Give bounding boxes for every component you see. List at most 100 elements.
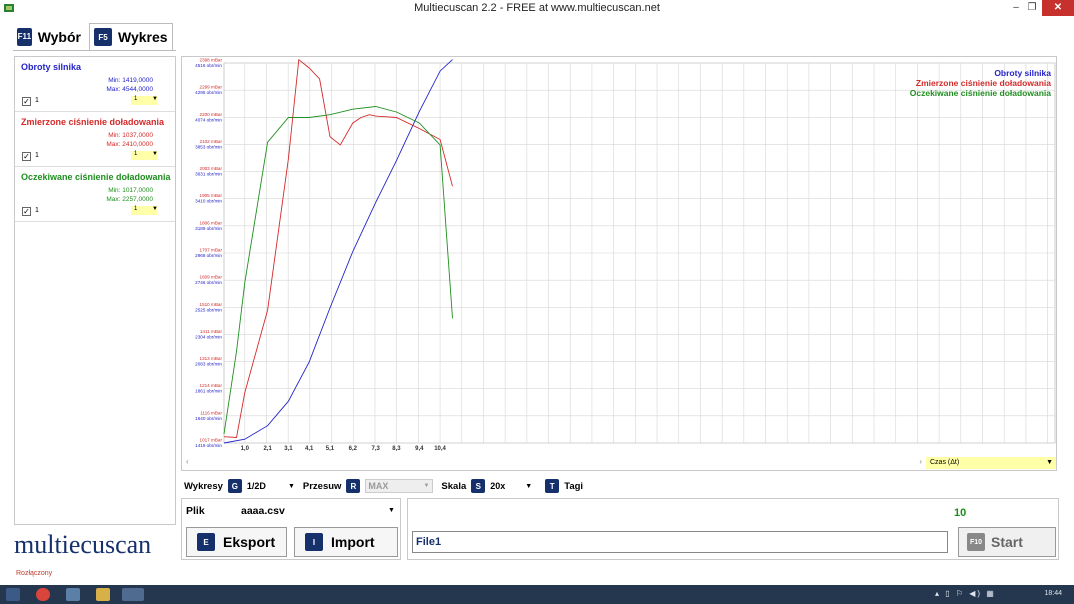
- maximize-button[interactable]: ❐: [1024, 0, 1040, 16]
- y-tick-label-rpm: 2746 obr/min: [195, 280, 222, 285]
- folder-icon[interactable]: [96, 588, 110, 601]
- legend-entry: Obroty silnika: [994, 68, 1051, 78]
- x-tick-label: 9,4: [415, 446, 424, 452]
- y-tick-label-mbar: 2398 mBar: [200, 58, 223, 63]
- tab-wybor[interactable]: F11 Wybór: [13, 23, 85, 50]
- skala-label: Skala: [441, 480, 467, 492]
- chrome-icon[interactable]: [36, 588, 50, 601]
- chevron-down-icon[interactable]: ▼: [152, 96, 158, 102]
- chart-panel: 1017 mBar 1419 obr/min 1116 mBar 1640 obr/m…: [181, 56, 1057, 471]
- signal-checkbox[interactable]: ✓: [22, 207, 31, 216]
- signal-max: Max: 2257,0000: [106, 196, 153, 203]
- y-tick-label-mbar: 1116 mBar: [200, 410, 222, 415]
- chart-legend: Obroty silnika Zmierzone ciśnienie doład…: [910, 68, 1051, 98]
- y-tick-label-rpm: 3189 obr/min: [195, 226, 222, 231]
- minimize-button[interactable]: –: [1008, 0, 1024, 16]
- legend-entry: Oczekiwane ciśnienie doładowania: [909, 88, 1051, 98]
- tab-wykres[interactable]: F5 Wykres: [89, 23, 173, 50]
- app-logo: multiecuscan: [14, 530, 152, 559]
- y-tick-label-mbar: 1806 mBar: [200, 220, 223, 225]
- przesuw-select-value: MAX: [368, 481, 389, 491]
- signal-max: Max: 4544,0000: [106, 86, 153, 93]
- signal-name: Obroty silnika: [21, 62, 82, 72]
- tab-label: Wykres: [118, 29, 168, 45]
- file-label: Plik: [186, 505, 205, 517]
- signal-list-panel: Obroty silnika Min: 1419,0000 Max: 4544,…: [14, 56, 176, 525]
- signal-checkbox[interactable]: ✓: [22, 152, 31, 161]
- y-tick-label-mbar: 2003 mBar: [200, 166, 223, 171]
- connection-status: Rozłączony: [16, 570, 53, 577]
- skala-key-badge: S: [471, 479, 486, 493]
- skala-select[interactable]: 20x: [490, 481, 505, 491]
- y-tick-label-mbar: 1707 mBar: [200, 248, 223, 253]
- signal-min: Min: 1037,0000: [108, 132, 153, 139]
- scroll-right-icon[interactable]: ›: [919, 457, 922, 466]
- wykresy-key-badge: G: [227, 479, 242, 493]
- start-button[interactable]: F10 Start: [958, 527, 1056, 557]
- close-button[interactable]: ✕: [1042, 0, 1074, 16]
- settings-icon[interactable]: [66, 588, 80, 601]
- taskbar-clock: 18:44: [1044, 590, 1062, 597]
- signal-item-obroty[interactable]: Obroty silnika Min: 1419,0000 Max: 4544,…: [15, 57, 175, 112]
- x-tick-label: 7,3: [371, 446, 380, 452]
- y-tick-label-mbar: 1609 mBar: [200, 275, 223, 280]
- chevron-down-icon[interactable]: ▼: [525, 483, 532, 490]
- y-tick-label-mbar: 1313 mBar: [200, 356, 223, 361]
- tab-label: Wybór: [37, 28, 81, 45]
- y-tick-label-mbar: 2102 mBar: [200, 139, 223, 144]
- signal-item-oczekiwane[interactable]: Oczekiwane ciśnienie doładowania Min: 10…: [15, 167, 175, 222]
- tab-key-badge: F5: [94, 28, 112, 46]
- horizontal-scrollbar[interactable]: ‹ ›: [184, 457, 926, 468]
- x-tick-label: 8,3: [392, 446, 401, 452]
- chevron-down-icon: ▼: [423, 483, 430, 489]
- import-button[interactable]: I Import: [294, 527, 398, 557]
- chart-canvas: 1017 mBar1419 obr/min 1116 mBar1640 obr/m…: [195, 58, 1056, 452]
- przesuw-key-badge: R: [346, 479, 361, 493]
- signal-index: 1: [35, 152, 39, 159]
- signal-name: Oczekiwane ciśnienie doładowania: [21, 172, 171, 182]
- x-tick-label: 5,1: [326, 446, 335, 452]
- start-label: Start: [991, 534, 1023, 550]
- scroll-left-icon[interactable]: ‹: [186, 457, 189, 466]
- x-tick-label: 4,1: [305, 446, 314, 452]
- y-tick-label-rpm: 4295 obr/min: [195, 90, 222, 95]
- signal-item-zmierzone[interactable]: Zmierzone ciśnienie doładowania Min: 103…: [15, 112, 175, 167]
- signal-name: Zmierzone ciśnienie doładowania: [21, 117, 165, 127]
- wykresy-label: Wykresy: [184, 480, 223, 492]
- chevron-down-icon[interactable]: ▼: [388, 507, 395, 514]
- przesuw-label: Przesuw: [302, 480, 342, 492]
- eksport-button[interactable]: E Eksport: [186, 527, 287, 557]
- multiecuscan-taskbar-icon[interactable]: [122, 588, 144, 601]
- y-tick-label-mbar: 2299 mBar: [200, 85, 223, 90]
- signal-checkbox[interactable]: ✓: [22, 97, 31, 106]
- window-title: Multiecuscan 2.2 - FREE at www.multiecus…: [414, 2, 660, 14]
- chevron-down-icon[interactable]: ▼: [152, 206, 158, 212]
- y-tick-label-mbar: 1510 mBar: [200, 302, 223, 307]
- file-name-input[interactable]: File1: [412, 531, 948, 553]
- legend-entry: Zmierzone ciśnienie doładowania: [915, 78, 1051, 88]
- przesuw-select[interactable]: MAX ▼: [365, 479, 434, 493]
- x-tick-label: 10,4: [434, 446, 446, 452]
- y-tick-label-mbar: 1214 mBar: [200, 383, 223, 388]
- chevron-down-icon[interactable]: ▼: [288, 483, 295, 490]
- y-tick-label-rpm: 1419 obr/min: [195, 443, 222, 448]
- eksport-key-badge: E: [197, 533, 215, 551]
- start-menu-icon[interactable]: [6, 588, 20, 601]
- wykresy-select[interactable]: 1/2D: [247, 481, 266, 491]
- tagi-button[interactable]: Tagi: [564, 481, 583, 492]
- import-label: Import: [331, 534, 375, 550]
- signal-index: 1: [35, 207, 39, 214]
- signal-min: Min: 1017,0000: [108, 187, 153, 194]
- x-tick-label: 1,0: [241, 446, 250, 452]
- tab-key-badge: F11: [17, 27, 32, 46]
- x-axis-select-value: Czas (Δt): [930, 459, 960, 466]
- file-select[interactable]: aaaa.csv: [241, 505, 285, 517]
- x-axis-select[interactable]: Czas (Δt) ▼: [926, 457, 1056, 469]
- x-tick-label: 3,1: [284, 446, 293, 452]
- y-tick-label-rpm: 3410 obr/min: [195, 199, 222, 204]
- eksport-label: Eksport: [223, 534, 276, 550]
- signal-max: Max: 2410,0000: [106, 141, 153, 148]
- chevron-down-icon[interactable]: ▼: [152, 151, 158, 157]
- y-tick-label-rpm: 1640 obr/min: [195, 416, 222, 421]
- y-tick-label-mbar: 1905 mBar: [200, 193, 223, 198]
